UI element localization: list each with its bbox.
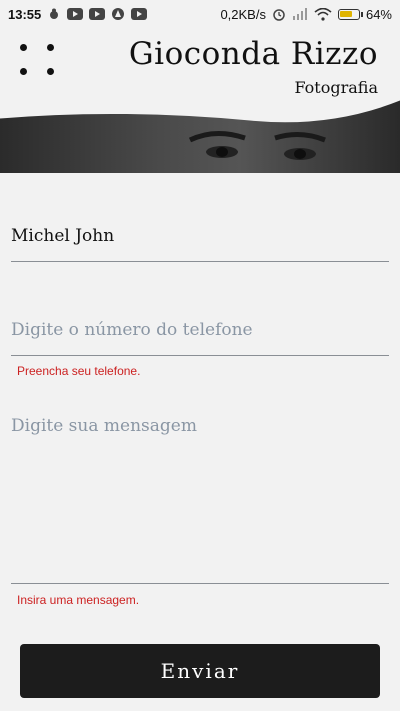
youtube-icon — [131, 8, 148, 20]
phone-field[interactable]: Digite o número do telefone — [11, 320, 389, 356]
alarm-icon — [272, 7, 286, 21]
message-field[interactable]: Digite sua mensagem — [11, 416, 389, 584]
network-speed: 0,2KB/s — [220, 6, 266, 22]
phone-error-text: Preencha seu telefone. — [17, 364, 141, 378]
wifi-icon — [314, 7, 332, 21]
status-time: 13:55 — [8, 6, 42, 22]
menu-dots-icon[interactable] — [18, 40, 58, 80]
page-subtitle: Fotografia — [294, 78, 378, 97]
message-error-text: Insira uma mensagem. — [17, 593, 140, 607]
header: Gioconda Rizzo Fotografia — [0, 28, 400, 173]
youtube-icon — [67, 8, 84, 20]
youtube-icon — [89, 8, 106, 20]
app-notification-icon — [111, 7, 125, 21]
battery-icon — [337, 8, 363, 20]
status-bar: 13:55 0,2KB/s 64% — [0, 0, 400, 28]
name-field-value: Michel John — [11, 226, 115, 246]
signal-icon — [292, 8, 308, 20]
app-screen: 13:55 0,2KB/s 64% Gioconda Rizzo Fotogra… — [0, 0, 400, 711]
phone-field-placeholder: Digite o número do telefone — [11, 320, 253, 340]
battery-level: 64% — [365, 6, 392, 22]
name-field[interactable]: Michel John — [11, 226, 389, 262]
notification-bug-icon — [47, 7, 61, 21]
page-title: Gioconda Rizzo — [128, 36, 378, 72]
hero-photo-banner — [0, 100, 400, 173]
submit-button[interactable]: Enviar — [20, 644, 380, 698]
submit-button-label: Enviar — [160, 659, 240, 683]
message-field-placeholder: Digite sua mensagem — [11, 416, 197, 436]
